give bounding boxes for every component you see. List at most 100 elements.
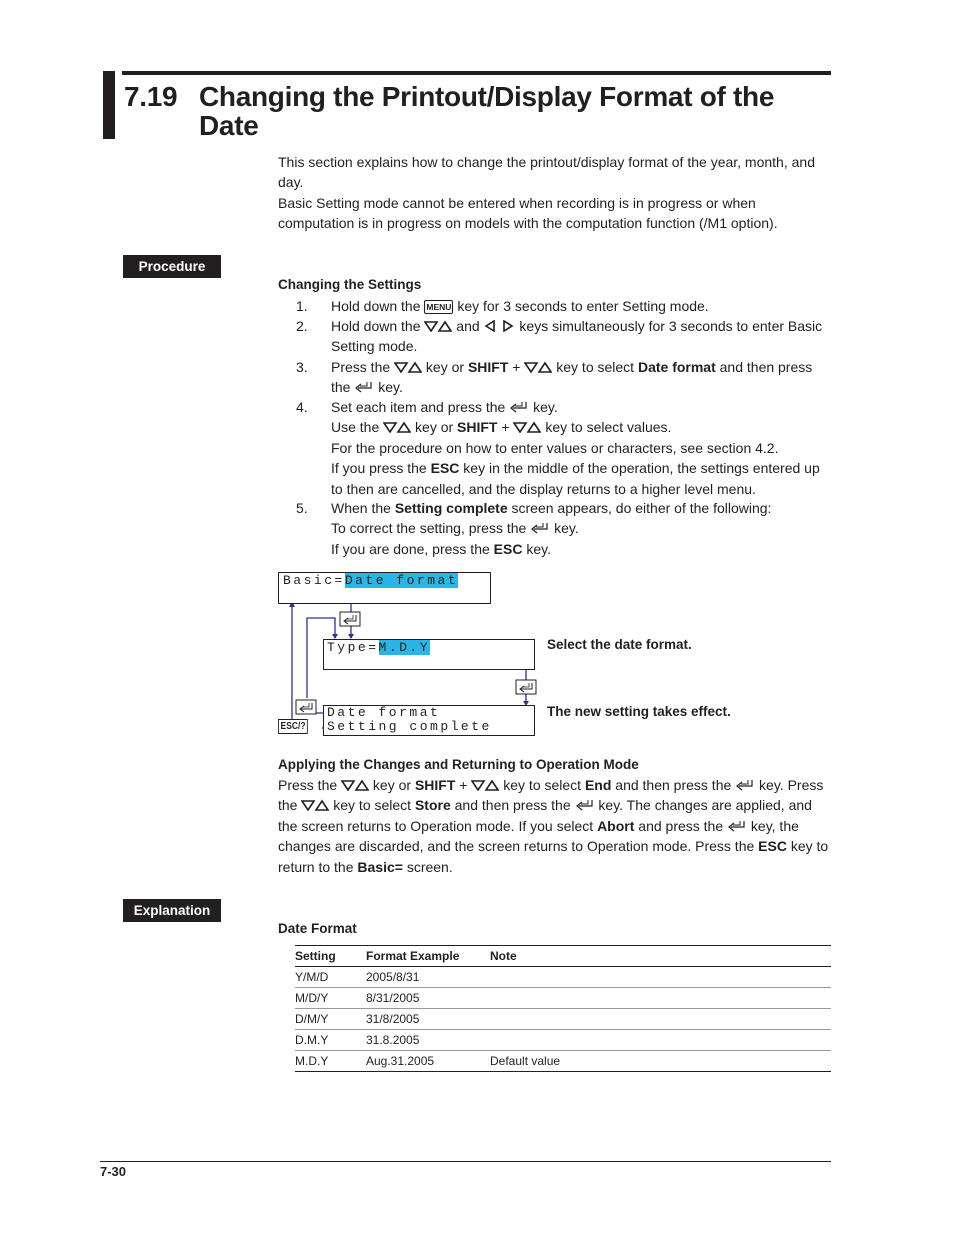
step-2: 2. Hold down the and keys simultaneously… [296,316,836,357]
down-up-arrow-keys-icon [341,779,370,791]
column-header: Format Example [366,945,490,967]
text-run: key. [374,379,403,396]
down-up-arrow-keys-icon [524,361,553,373]
text-run: key to select [499,777,585,793]
step-number: 2. [296,318,308,334]
lcd-screen-complete: Date format Setting complete [323,705,535,736]
esc-help-key-icon: ESC/? [278,719,309,734]
table-cell [490,987,831,1009]
title-rule [122,71,831,75]
step-4: 4. Set each item and press the key. Use … [296,397,836,499]
step-text: When the Setting complete screen appears… [331,498,831,559]
enter-key-icon [728,820,745,832]
enter-key-icon [510,402,527,413]
step-line: If you are done, press the ESC key. [331,539,831,559]
text-run: Use the [331,419,384,436]
left-right-arrow-keys-icon [484,320,514,332]
text-run: key. [550,520,579,537]
enter-key-icon [515,679,537,695]
table-cell [490,1029,831,1051]
diagram-label-select: Select the date format. [547,637,692,652]
text-run: key or [422,359,468,375]
text-run: key or [369,777,415,793]
down-up-arrow-keys-icon [383,421,412,434]
down-up-arrow-keys-icon [424,320,453,332]
footer-rule [100,1161,831,1162]
text-run: Press the [278,777,342,793]
shift-key-label: SHIFT [414,777,456,793]
section-marker-bar [103,71,115,139]
esc-key-label: ESC [758,838,787,855]
text-run: key to select [552,359,638,375]
table-cell: Y/M/D [295,966,366,988]
lcd-prefix: Type= [327,640,379,655]
table-cell: Default value [490,1050,831,1072]
step-3: 3. Press the key or SHIFT + key to selec… [296,357,836,398]
table-row: M.D.Y Aug.31.2005 Default value [295,1050,831,1072]
applying-heading: Applying the Changes and Returning to Op… [278,757,639,772]
intro-text: This section explains how to change the … [278,152,830,234]
column-header: Note [490,945,831,967]
menu-key-icon: MENU [424,300,454,314]
text-run: + [455,777,472,793]
column-header: Setting [295,945,366,967]
table-cell: D.M.Y [295,1029,366,1051]
lcd-screen-type: Type=M.D.Y [323,639,535,670]
esc-key-label: ESC [493,540,523,557]
step-text: Set each item and press the key. Use the… [331,397,831,499]
text-run: key or [411,419,458,436]
text-run: key to select values. [541,419,672,436]
down-up-arrow-keys-icon [471,779,500,791]
text-run: and [452,318,484,334]
step-number: 5. [296,500,308,516]
table-cell [490,966,831,988]
explanation-tag: Explanation [123,899,221,922]
lcd-line: Setting complete [327,719,492,734]
screen-name: Setting complete [394,500,508,516]
table-cell: Aug.31.2005 [366,1050,490,1072]
table-cell: 31.8.2005 [366,1029,490,1051]
section-number: 7.19 [124,81,178,112]
text-run: Set each item and press the [331,399,510,415]
step-line: Set each item and press the key. [331,397,831,417]
table-cell: 8/31/2005 [366,987,490,1009]
table-cell: M/D/Y [295,987,366,1009]
step-line: To correct the setting, press the key. [331,518,831,538]
table-cell: D/M/Y [295,1008,366,1030]
text-run: Press the [331,359,395,375]
text-run: If you are done, press the [331,540,494,557]
applying-paragraph: Press the key or SHIFT + key to select E… [278,775,834,877]
diagram-label-effect: The new setting takes effect. [547,704,731,719]
procedure-heading: Changing the Settings [278,277,422,292]
esc-key-label: ESC [430,460,460,477]
screen-name: Basic= [357,858,403,875]
text-run: To correct the setting, press the [331,520,531,537]
text-run: and then press the [450,797,575,814]
enter-key-icon [531,523,548,534]
step-number: 1. [296,298,308,314]
step-text: Press the key or SHIFT + key to select D… [331,357,831,398]
step-line: When the Setting complete screen appears… [331,498,831,518]
text-run: and press the [634,817,728,834]
step-1: 1. Hold down the MENU key for 3 seconds … [296,296,836,317]
step-line: Use the key or SHIFT + key to select val… [331,417,831,437]
page-number: 7-30 [100,1164,127,1179]
intro-line-2: Basic Setting mode cannot be entered whe… [278,194,778,232]
enter-key-icon [736,780,753,791]
text-run: key. [522,540,551,557]
table-header-row: Setting Format Example Note [295,945,831,967]
lcd-prefix: Basic= [283,573,345,588]
step-text: Hold down the and keys simultaneously fo… [331,316,831,357]
lcd-line: Basic=Date format [279,573,490,589]
down-up-arrow-keys-icon [301,799,330,812]
text-run: key. [529,399,558,415]
enter-key-icon [295,699,317,715]
enter-key-icon [575,800,593,811]
procedure-tag: Procedure [123,255,221,278]
table-cell: 31/8/2005 [366,1008,490,1030]
text-run: key for 3 seconds to enter Setting mode. [453,298,709,314]
lcd-line: Type=M.D.Y [324,640,534,656]
step-line: If you press the ESC key in the middle o… [331,458,831,499]
date-format-heading: Date Format [278,921,357,936]
text-run: screen appears, do either of the followi… [507,500,772,516]
